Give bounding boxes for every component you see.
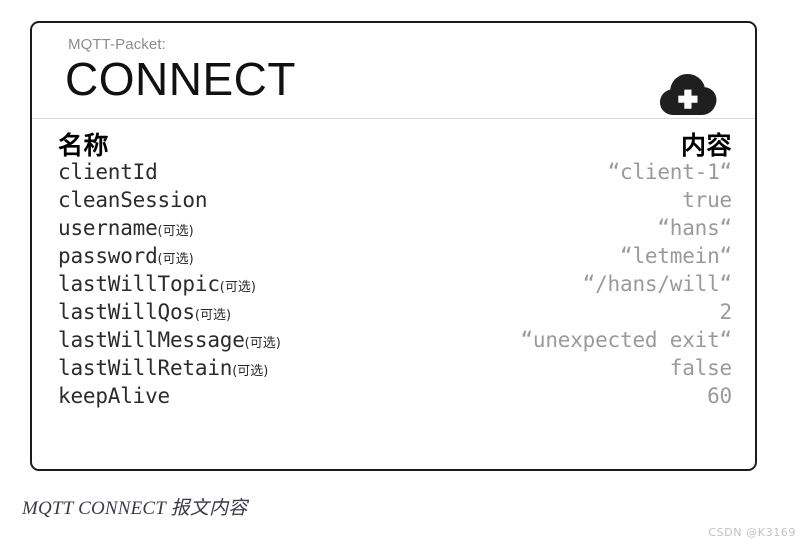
optional-tag: (可选) <box>157 252 194 267</box>
row-name-cell: username(可选) <box>58 216 194 240</box>
attribute-value: “client-1“ <box>607 160 733 184</box>
attribute-value: “/hans/will“ <box>582 272 733 296</box>
attribute-value: “letmein“ <box>620 244 732 268</box>
row-name-cell: password(可选) <box>58 244 194 268</box>
cloud-plus-icon <box>657 71 719 117</box>
attribute-name: clientId <box>58 160 158 184</box>
attribute-name: lastWillMessage <box>58 328 245 352</box>
table-row: cleanSession true <box>58 188 732 216</box>
attribute-name: lastWillRetain <box>58 356 233 380</box>
table-row: password(可选) “letmein“ <box>58 244 732 272</box>
table-row: lastWillRetain(可选) false <box>58 356 732 384</box>
row-name-cell: lastWillRetain(可选) <box>58 356 268 380</box>
optional-tag: (可选) <box>244 336 281 351</box>
attribute-name: cleanSession <box>58 188 208 212</box>
attribute-name: keepAlive <box>58 384 170 408</box>
table-header-row: 名称 内容 <box>58 126 732 160</box>
table-row: lastWillMessage(可选) “unexpected exit“ <box>58 328 732 356</box>
attribute-value: “unexpected exit“ <box>520 328 732 352</box>
attribute-name: username <box>58 216 158 240</box>
optional-tag: (可选) <box>219 280 256 295</box>
watermark: CSDN @K3169 <box>708 526 796 539</box>
attribute-value: 60 <box>707 384 732 408</box>
attribute-value: false <box>669 356 732 380</box>
figure-caption: MQTT CONNECT 报文内容 <box>22 498 248 519</box>
attribute-name: password <box>58 244 158 268</box>
column-header-name: 名称 <box>58 131 110 160</box>
optional-tag: (可选) <box>157 224 194 239</box>
attribute-name: lastWillTopic <box>58 272 220 296</box>
table-row: clientId “client-1“ <box>58 160 732 188</box>
attribute-value: “hans“ <box>657 216 732 240</box>
page-title: CONNECT <box>65 53 296 105</box>
table-row: username(可选) “hans“ <box>58 216 732 244</box>
optional-tag: (可选) <box>194 308 232 323</box>
row-name-cell: lastWillTopic(可选) <box>58 272 256 296</box>
optional-tag: (可选) <box>232 364 269 379</box>
row-name-cell: keepAlive <box>58 384 170 408</box>
row-name-cell: lastWillMessage(可选) <box>58 328 281 352</box>
attribute-name: lastWillQos <box>58 300 195 324</box>
mqtt-packet-card: MQTT-Packet: CONNECT 名称 内容 clientId “cli… <box>30 21 757 471</box>
attribute-value: 2 <box>719 300 733 324</box>
packet-attributes-table: 名称 内容 clientId “client-1“ cleanSession t… <box>32 119 755 412</box>
attribute-value: true <box>682 188 732 212</box>
table-row: keepAlive 60 <box>58 384 732 412</box>
row-name-cell: clientId <box>58 160 158 184</box>
row-name-cell: cleanSession <box>58 188 208 212</box>
column-header-value: 内容 <box>680 131 732 160</box>
table-row: lastWillQos(可选) 2 <box>58 300 732 328</box>
row-name-cell: lastWillQos(可选) <box>58 300 231 324</box>
table-row: lastWillTopic(可选) “/hans/will“ <box>58 272 732 300</box>
card-header: MQTT-Packet: CONNECT <box>32 23 755 119</box>
